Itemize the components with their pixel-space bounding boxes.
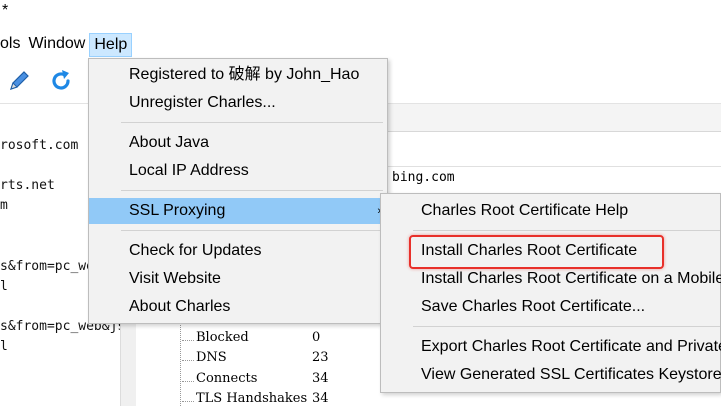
list-item[interactable]: l bbox=[0, 279, 8, 294]
tree-row: Blocked 0 bbox=[182, 330, 352, 350]
menu-help[interactable]: Help bbox=[89, 33, 133, 57]
tree-row: Connects 34 bbox=[182, 371, 352, 391]
menu-item-about-java[interactable]: About Java bbox=[89, 130, 387, 156]
menu-item-save-root-cert[interactable]: Save Charles Root Certificate... bbox=[381, 294, 720, 320]
ssl-proxying-submenu: Charles Root Certificate Help Install Ch… bbox=[380, 193, 721, 393]
tree-label: Blocked bbox=[196, 330, 249, 345]
list-item[interactable]: s&from=pc_we bbox=[0, 259, 94, 274]
menu-item-view-keystore[interactable]: View Generated SSL Certificates Keystore bbox=[381, 362, 721, 388]
menu-item-export-root-cert[interactable]: Export Charles Root Certificate and Priv… bbox=[381, 334, 721, 360]
tree-line bbox=[180, 320, 181, 406]
menu-window[interactable]: Window bbox=[24, 33, 89, 57]
menu-item-visit-website[interactable]: Visit Website bbox=[89, 266, 387, 292]
menu-separator bbox=[413, 326, 720, 327]
refresh-icon[interactable] bbox=[48, 68, 74, 94]
tree-value: 34 bbox=[312, 371, 329, 386]
window-title: * bbox=[2, 2, 9, 19]
tree-value: 0 bbox=[312, 330, 321, 345]
menu-bar: ols Window Help bbox=[0, 32, 721, 58]
edit-icon[interactable] bbox=[6, 68, 32, 94]
tree-label: Connects bbox=[196, 371, 258, 386]
menu-item-root-cert-help[interactable]: Charles Root Certificate Help bbox=[381, 198, 720, 224]
list-item[interactable]: m bbox=[0, 198, 8, 213]
tree-label: DNS bbox=[196, 350, 227, 365]
menu-tools[interactable]: ols bbox=[0, 33, 24, 57]
list-item[interactable]: rosoft.com bbox=[0, 138, 78, 153]
menu-separator bbox=[121, 122, 383, 123]
menu-separator bbox=[413, 230, 720, 231]
tree-value: 23 bbox=[312, 350, 329, 365]
list-item[interactable]: l bbox=[0, 339, 8, 354]
menu-item-unregister[interactable]: Unregister Charles... bbox=[89, 90, 387, 116]
menu-item-about-charles[interactable]: About Charles bbox=[89, 294, 387, 320]
menu-item-install-root-cert-mobile[interactable]: Install Charles Root Certificate on a Mo… bbox=[381, 266, 721, 292]
timing-tree: Blocked 0 DNS 23 Connects 34 TLS Handsha… bbox=[150, 320, 390, 406]
menu-item-local-ip[interactable]: Local IP Address bbox=[89, 158, 387, 184]
list-item[interactable]: rts.net bbox=[0, 178, 55, 193]
tree-row: DNS 23 bbox=[182, 350, 352, 370]
detail-url: bing.com bbox=[386, 166, 721, 190]
tree-row: TLS Handshakes 34 bbox=[182, 391, 352, 406]
menu-item-ssl-proxying[interactable]: SSL Proxying › bbox=[89, 198, 387, 224]
menu-item-check-updates[interactable]: Check for Updates bbox=[89, 238, 387, 264]
tree-label: TLS Handshakes bbox=[196, 391, 308, 406]
help-menu: Registered to 破解 by John_Hao Unregister … bbox=[88, 58, 388, 324]
tree-value: 34 bbox=[312, 391, 329, 406]
menu-separator bbox=[121, 230, 383, 231]
annotation-highlight-box bbox=[409, 235, 664, 269]
menu-separator bbox=[121, 190, 383, 191]
menu-item-registered[interactable]: Registered to 破解 by John_Hao bbox=[89, 62, 387, 88]
